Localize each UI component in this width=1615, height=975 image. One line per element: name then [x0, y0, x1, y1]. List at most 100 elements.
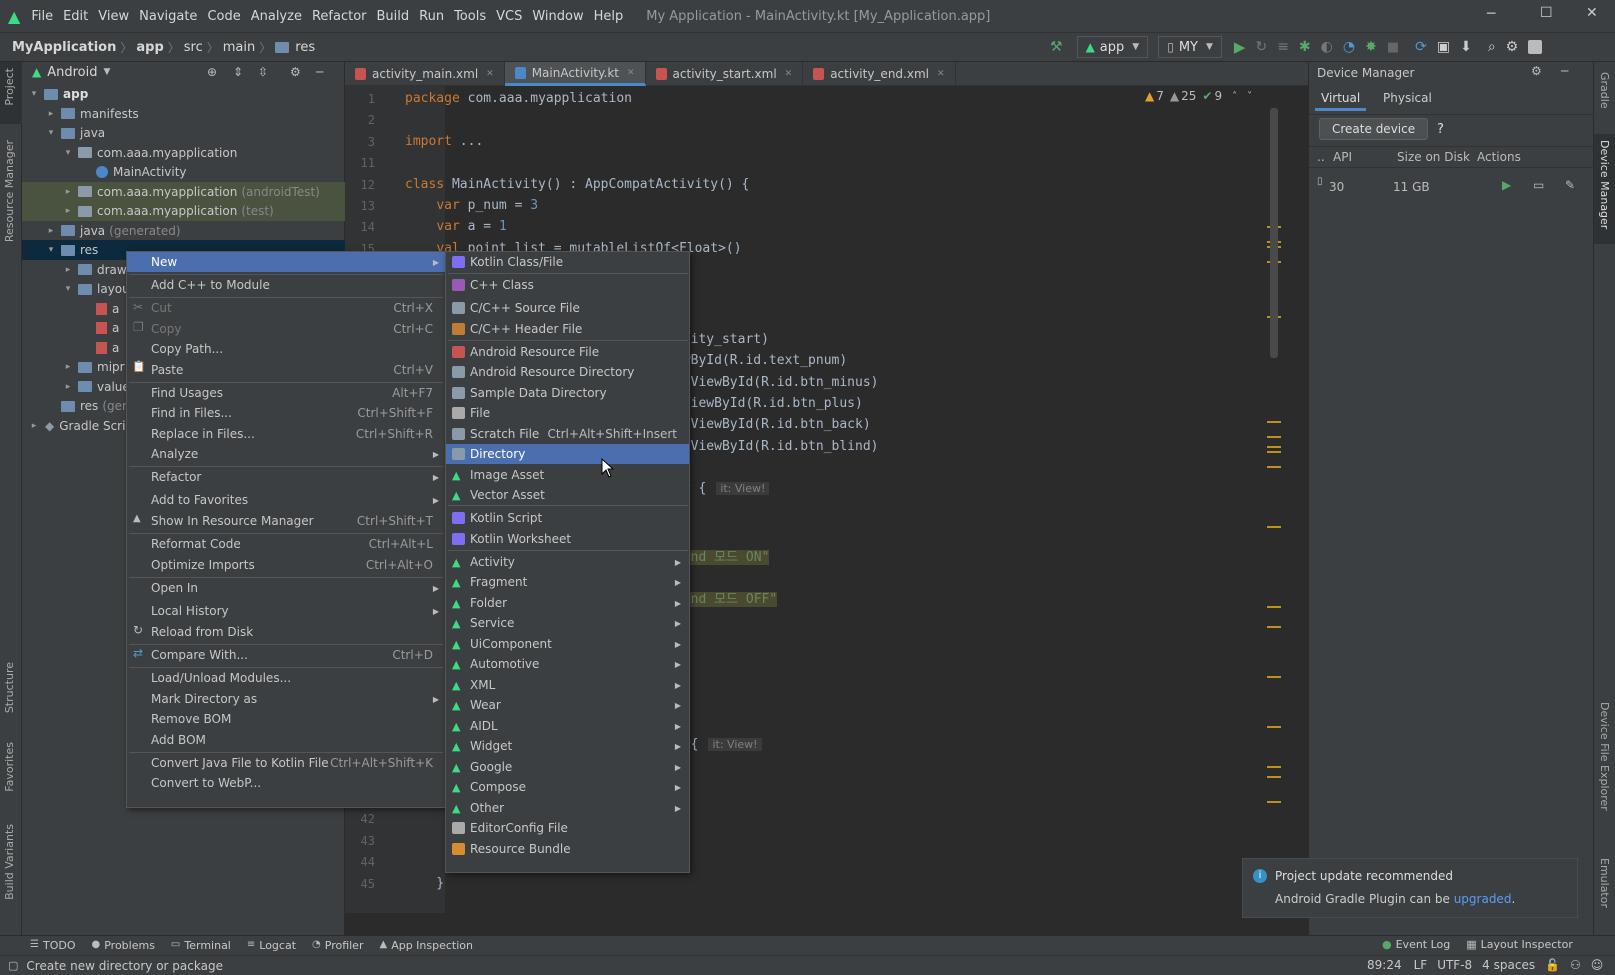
context-menu-item[interactable]: Convert to WebP... [127, 773, 445, 793]
lock-icon[interactable]: 🔓 [1545, 958, 1560, 972]
smiley-icon[interactable]: ☺ [1591, 958, 1604, 972]
collapse-all-icon[interactable]: ⇳ [258, 65, 268, 79]
context-menu-item[interactable]: Refactor ▶ [127, 467, 445, 487]
context-menu-item[interactable]: Replace in Files... Ctrl+Shift+R [127, 424, 445, 444]
launch-icon[interactable]: ▶ [1502, 178, 1511, 192]
tool-tab-resource-manager[interactable]: Resource Manager [3, 140, 16, 242]
error-stripe-mark[interactable] [1267, 466, 1281, 468]
submenu-item[interactable]: Android Resource File [446, 342, 689, 362]
chevron-right-icon[interactable]: ▸ [45, 109, 57, 119]
menu-run[interactable]: Run [414, 9, 449, 24]
error-stripe-mark[interactable] [1267, 436, 1281, 438]
submenu-item[interactable]: ▲ Activity ▶ [446, 552, 689, 572]
menu-refactor[interactable]: Refactor [307, 9, 372, 24]
sdk-manager-icon[interactable]: ⬇ [1460, 39, 1472, 55]
chevron-right-icon[interactable]: ▸ [62, 362, 74, 372]
tool-terminal[interactable]: Terminal [184, 939, 231, 952]
tree-item[interactable]: ▸ com.aaa.myapplication (test) [22, 201, 345, 221]
context-menu-item[interactable]: Local History ▶ [127, 601, 445, 621]
edit-icon[interactable]: ✎ [1565, 178, 1575, 192]
editor-tab[interactable]: activity_end.xml ✕ [803, 62, 956, 86]
tool-tab-structure[interactable]: Structure [3, 662, 16, 713]
submenu-item[interactable]: Sample Data Directory [446, 383, 689, 403]
avatar[interactable] [1528, 40, 1543, 54]
context-menu-item[interactable]: Add BOM [127, 730, 445, 750]
context-menu-item[interactable]: Open In ▶ [127, 578, 445, 598]
menu-help[interactable]: Help [589, 9, 629, 24]
error-stripe-mark[interactable] [1267, 766, 1281, 768]
tool-problems[interactable]: Problems [104, 939, 155, 952]
menu-navigate[interactable]: Navigate [134, 9, 202, 24]
tab-physical[interactable]: Physical [1377, 88, 1438, 108]
submenu-item[interactable]: ▲ Compose ▶ [446, 777, 689, 797]
chevron-down-icon[interactable]: ▾ [45, 128, 57, 138]
stop-icon[interactable]: ■ [1387, 40, 1399, 55]
submenu-item[interactable]: Resource Bundle [446, 839, 689, 859]
tree-item[interactable]: MainActivity [22, 162, 345, 182]
tree-item[interactable]: ▾ java [22, 123, 345, 143]
locate-icon[interactable]: ⊕ [207, 65, 217, 79]
error-stripe-mark[interactable] [1267, 726, 1281, 728]
breadcrumb-item[interactable]: main [219, 40, 259, 55]
error-stripe-mark[interactable] [1267, 421, 1281, 423]
hide-icon[interactable]: ─ [316, 65, 323, 79]
editor-tab[interactable]: activity_start.xml ✕ [646, 62, 804, 86]
editor-tab[interactable]: activity_main.xml ✕ [345, 62, 505, 86]
error-stripe-mark[interactable] [1267, 776, 1281, 778]
menu-view[interactable]: View [93, 9, 134, 24]
caret-position[interactable]: 89:24 [1367, 958, 1402, 972]
settings-gear-icon[interactable]: ⚙ [1506, 39, 1519, 55]
hide-icon[interactable]: ─ [1561, 64, 1568, 78]
expand-all-icon[interactable]: ⇕ [233, 65, 243, 79]
context-menu-item[interactable]: Show In Resource Manager Ctrl+Shift+T [127, 511, 445, 531]
submenu-item[interactable]: ▲ XML ▶ [446, 675, 689, 695]
chevron-down-icon[interactable]: ▾ [28, 89, 40, 99]
sync-gradle-icon[interactable]: ⟳ [1415, 39, 1427, 55]
submenu-item[interactable]: C/C++ Header File [446, 319, 689, 339]
menu-tools[interactable]: Tools [449, 9, 491, 24]
indent-setting[interactable]: 4 spaces [1482, 958, 1535, 972]
context-menu-item[interactable]: Analyze ▶ [127, 444, 445, 464]
context-menu-item[interactable]: Remove BOM [127, 709, 445, 729]
tool-event-log[interactable]: Event Log [1396, 938, 1451, 951]
tool-layout-inspector[interactable]: Layout Inspector [1481, 938, 1573, 951]
submenu-item[interactable]: ▲ Google ▶ [446, 757, 689, 777]
context-menu-item[interactable]: Add to Favorites ▶ [127, 490, 445, 510]
col-type[interactable]: .. [1317, 150, 1325, 164]
tool-tab-build-variants[interactable]: Build Variants [3, 824, 16, 900]
submenu-item[interactable]: File [446, 403, 689, 423]
chevron-right-icon[interactable]: ▸ [28, 421, 40, 431]
submenu-item[interactable]: C++ Class [446, 275, 689, 295]
tool-app-inspection[interactable]: App Inspection [391, 939, 473, 952]
chevron-down-icon[interactable]: ▾ [62, 284, 74, 294]
debug-icon[interactable]: ✱ [1299, 39, 1311, 55]
submenu-item[interactable]: ▲ Fragment ▶ [446, 572, 689, 592]
breadcrumb-item[interactable]: src [180, 40, 207, 55]
line-separator[interactable]: LF [1414, 958, 1428, 972]
apply-changes-icon[interactable]: ≡ [1277, 39, 1289, 55]
submenu-item[interactable]: Kotlin Worksheet [446, 529, 689, 549]
breadcrumb-item[interactable]: MyApplication [8, 40, 120, 55]
submenu-item[interactable]: ▲ Folder ▶ [446, 593, 689, 613]
context-menu-item[interactable]: Compare With... Ctrl+D [127, 645, 445, 665]
error-stripe-mark[interactable] [1267, 801, 1281, 803]
error-stripe-mark[interactable] [1267, 676, 1281, 678]
close-tab-icon[interactable]: ✕ [785, 69, 793, 79]
submenu-item[interactable]: ▲ Wear ▶ [446, 695, 689, 715]
submenu-item[interactable]: ▲ Automotive ▶ [446, 654, 689, 674]
submenu-item[interactable]: ▲ UiComponent ▶ [446, 634, 689, 654]
tree-item[interactable]: ▸ java (generated) [22, 221, 345, 241]
create-device-button[interactable]: Create device [1319, 118, 1429, 140]
chevron-down-icon[interactable]: ˅ [1247, 91, 1252, 102]
context-menu-item[interactable]: Optimize Imports Ctrl+Alt+O [127, 555, 445, 575]
submenu-item[interactable]: EditorConfig File [446, 818, 689, 838]
gear-icon[interactable]: ⚙ [290, 65, 301, 79]
submenu-item[interactable]: ▲ AIDL ▶ [446, 716, 689, 736]
tree-item[interactable]: ▾ app [22, 84, 345, 104]
build-hammer-icon[interactable]: ⚒ [1050, 39, 1063, 55]
close-tab-icon[interactable]: ✕ [937, 69, 945, 79]
chevron-down-icon[interactable]: ▾ [62, 148, 74, 158]
tree-item[interactable]: ▾ com.aaa.myapplication [22, 143, 345, 163]
run-icon[interactable]: ▶ [1234, 38, 1246, 56]
menu-code[interactable]: Code [202, 9, 245, 24]
